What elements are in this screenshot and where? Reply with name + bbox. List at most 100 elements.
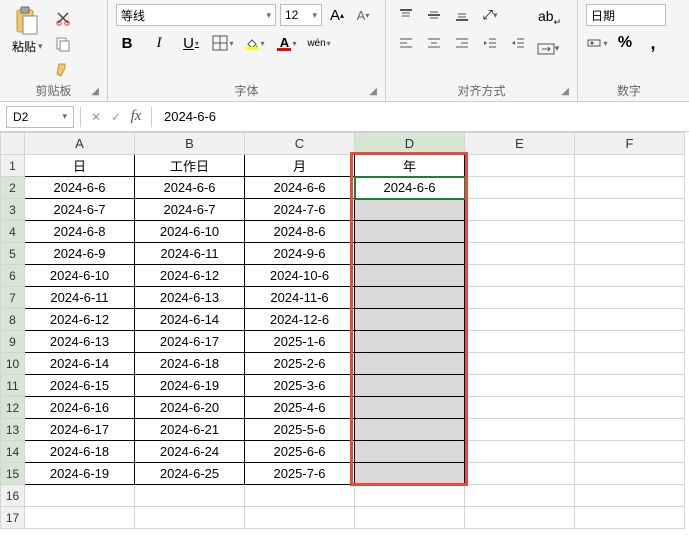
phonetic-button[interactable]: wén▾ [308, 32, 330, 54]
row-header[interactable]: 7 [1, 287, 25, 309]
cell[interactable] [355, 353, 465, 375]
cell[interactable] [575, 265, 685, 287]
row-header[interactable]: 13 [1, 419, 25, 441]
font-name-select[interactable]: 等线▾ [116, 4, 276, 26]
accounting-format-button[interactable]: ▾ [586, 32, 608, 54]
row-header[interactable]: 8 [1, 309, 25, 331]
increase-font-button[interactable]: A▴ [326, 4, 348, 26]
cell[interactable]: 2024-6-15 [25, 375, 135, 397]
cell[interactable] [465, 155, 575, 177]
cell[interactable]: 2024-6-13 [135, 287, 245, 309]
cell[interactable]: 日 [25, 155, 135, 177]
cell[interactable]: 2025-1-6 [245, 331, 355, 353]
cell[interactable] [355, 309, 465, 331]
cell[interactable] [135, 485, 245, 507]
cell[interactable] [355, 419, 465, 441]
cell[interactable] [575, 331, 685, 353]
col-header-E[interactable]: E [465, 133, 575, 155]
cell[interactable] [465, 331, 575, 353]
cell[interactable] [575, 441, 685, 463]
borders-button[interactable]: ▾ [212, 32, 234, 54]
cell[interactable]: 2024-6-8 [25, 221, 135, 243]
row-header[interactable]: 10 [1, 353, 25, 375]
cell[interactable] [245, 485, 355, 507]
confirm-formula-button[interactable]: ✓ [107, 110, 125, 124]
cell[interactable]: 2025-4-6 [245, 397, 355, 419]
cell[interactable]: 2024-6-11 [25, 287, 135, 309]
row-header[interactable]: 17 [1, 507, 25, 529]
cell[interactable]: 2024-10-6 [245, 265, 355, 287]
cell[interactable] [575, 287, 685, 309]
row-header[interactable]: 14 [1, 441, 25, 463]
number-format-select[interactable]: 日期 [586, 4, 666, 26]
fx-button[interactable]: fx [127, 108, 145, 125]
cancel-formula-button[interactable]: ✕ [87, 110, 105, 124]
fill-color-button[interactable]: ▾ [244, 32, 266, 54]
italic-button[interactable]: I [148, 32, 170, 54]
cell[interactable]: 2025-2-6 [245, 353, 355, 375]
cell[interactable] [355, 463, 465, 485]
cell[interactable]: 2024-6-17 [135, 331, 245, 353]
col-header-A[interactable]: A [25, 133, 135, 155]
cell[interactable] [575, 243, 685, 265]
cell[interactable]: 2024-6-6 [245, 177, 355, 199]
cell[interactable] [575, 221, 685, 243]
orientation-button[interactable]: ⤢▾ [478, 4, 502, 26]
font-size-select[interactable]: 12▾ [280, 4, 322, 26]
cell[interactable]: 2025-6-6 [245, 441, 355, 463]
cell[interactable] [25, 485, 135, 507]
cell[interactable] [355, 375, 465, 397]
cell[interactable] [575, 155, 685, 177]
cell[interactable]: 2024-6-17 [25, 419, 135, 441]
cell[interactable]: 2024-6-19 [25, 463, 135, 485]
cell[interactable] [575, 309, 685, 331]
cell[interactable]: 2024-6-11 [135, 243, 245, 265]
row-header[interactable]: 3 [1, 199, 25, 221]
row-header[interactable]: 11 [1, 375, 25, 397]
cell[interactable] [575, 375, 685, 397]
comma-button[interactable]: , [642, 32, 664, 54]
cell[interactable]: 2024-6-6 [25, 177, 135, 199]
cell[interactable]: 2024-6-7 [135, 199, 245, 221]
cell[interactable] [355, 287, 465, 309]
cell[interactable] [355, 507, 465, 529]
cell[interactable]: 2024-6-19 [135, 375, 245, 397]
cell[interactable] [575, 397, 685, 419]
row-header[interactable]: 15 [1, 463, 25, 485]
cell[interactable] [575, 177, 685, 199]
cell[interactable] [575, 507, 685, 529]
formula-input[interactable] [158, 106, 683, 128]
cell[interactable] [135, 507, 245, 529]
row-header[interactable]: 6 [1, 265, 25, 287]
cell[interactable]: 2024-11-6 [245, 287, 355, 309]
dialog-launcher-icon[interactable]: ◢ [561, 86, 569, 97]
cell[interactable]: 2024-6-16 [25, 397, 135, 419]
cell[interactable]: 2024-6-12 [25, 309, 135, 331]
increase-indent-button[interactable] [506, 32, 530, 54]
row-header[interactable]: 16 [1, 485, 25, 507]
cell[interactable] [465, 221, 575, 243]
cell[interactable] [465, 441, 575, 463]
cell[interactable] [465, 397, 575, 419]
row-header[interactable]: 12 [1, 397, 25, 419]
row-header[interactable]: 2 [1, 177, 25, 199]
cell[interactable]: 2024-6-7 [25, 199, 135, 221]
cell[interactable] [575, 419, 685, 441]
col-header-B[interactable]: B [135, 133, 245, 155]
dialog-launcher-icon[interactable]: ◢ [369, 86, 377, 97]
cell[interactable] [355, 199, 465, 221]
cell[interactable] [465, 485, 575, 507]
cell[interactable] [355, 397, 465, 419]
decrease-indent-button[interactable] [478, 32, 502, 54]
cell[interactable]: 2024-12-6 [245, 309, 355, 331]
name-box[interactable]: D2▾ [6, 106, 74, 128]
row-header[interactable]: 5 [1, 243, 25, 265]
merge-button[interactable]: ▾ [536, 38, 560, 60]
copy-button[interactable] [53, 34, 73, 54]
decrease-font-button[interactable]: A▾ [352, 4, 374, 26]
cell[interactable]: 2024-6-18 [25, 441, 135, 463]
cell[interactable] [355, 331, 465, 353]
cell[interactable]: 2024-6-21 [135, 419, 245, 441]
cell[interactable]: 2024-6-6 [135, 177, 245, 199]
cell[interactable]: 2024-6-12 [135, 265, 245, 287]
